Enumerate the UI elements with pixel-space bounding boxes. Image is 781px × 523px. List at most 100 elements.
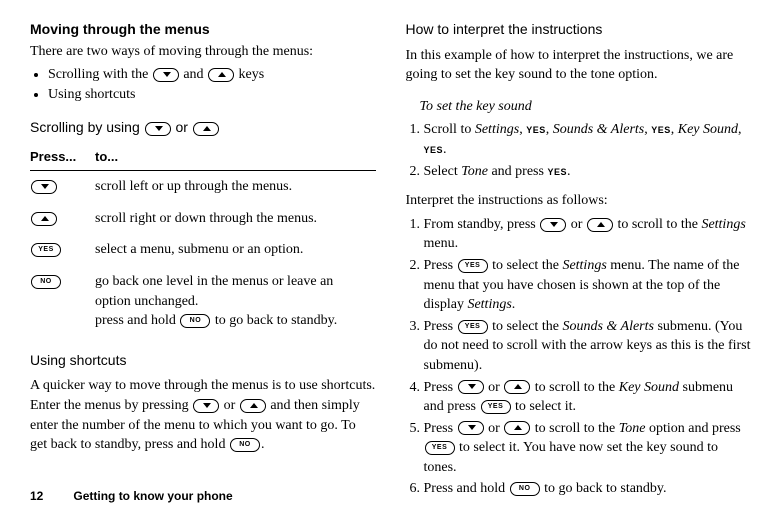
text: . bbox=[261, 437, 265, 452]
interpret-intro: In this example of how to interpret the … bbox=[406, 46, 752, 85]
subhead-scrolling: Scrolling by using or bbox=[30, 118, 376, 138]
text: and bbox=[180, 67, 207, 82]
text: . bbox=[443, 142, 447, 157]
shortcuts-body: A quicker way to move through the menus … bbox=[30, 376, 376, 454]
text: or bbox=[220, 398, 239, 413]
yes-key-icon: YES bbox=[458, 320, 488, 334]
text: Scroll to bbox=[424, 122, 475, 137]
yes-label: YES bbox=[526, 125, 546, 135]
text: , bbox=[546, 122, 553, 137]
page-number: 12 bbox=[30, 489, 43, 503]
text: . bbox=[567, 164, 571, 179]
bullet-scrolling: Scrolling with the and keys bbox=[48, 65, 376, 85]
yes-label: YES bbox=[547, 167, 567, 177]
list-item: Press or to scroll to the Key Sound subm… bbox=[424, 378, 752, 417]
text: Sounds & Alerts bbox=[562, 319, 654, 334]
up-key-icon bbox=[587, 218, 613, 232]
text: to scroll to the bbox=[614, 217, 702, 232]
text: Press bbox=[424, 380, 457, 395]
text: or bbox=[567, 217, 586, 232]
text: to select the bbox=[489, 319, 563, 334]
list-item: Press or to scroll to the Tone option an… bbox=[424, 419, 752, 478]
text: , bbox=[671, 122, 678, 137]
cell-desc: go back one level in the menus or leave … bbox=[95, 266, 376, 337]
text: Settings bbox=[701, 217, 745, 232]
text: or bbox=[172, 119, 192, 135]
up-key-icon bbox=[193, 122, 219, 136]
list-item: From standby, press or to scroll to the … bbox=[424, 215, 752, 254]
down-key-icon bbox=[31, 180, 57, 194]
text: Scrolling with the bbox=[48, 67, 152, 82]
th-to: to... bbox=[95, 144, 376, 171]
right-column: How to interpret the instructions In thi… bbox=[406, 20, 752, 505]
yes-key-icon: YES bbox=[481, 400, 511, 414]
text: From standby, press bbox=[424, 217, 540, 232]
text: , bbox=[738, 122, 742, 137]
text: to select the bbox=[489, 258, 563, 273]
text: Press and hold bbox=[424, 481, 509, 496]
yes-key-icon: YES bbox=[31, 243, 61, 257]
text: or bbox=[485, 380, 504, 395]
left-column: Moving through the menus There are two w… bbox=[30, 20, 376, 505]
text: Settings bbox=[467, 297, 511, 312]
down-key-icon bbox=[458, 421, 484, 435]
text: press and hold bbox=[95, 313, 179, 328]
table-row: scroll right or down through the menus. bbox=[30, 203, 376, 235]
subhead-shortcuts: Using shortcuts bbox=[30, 351, 376, 371]
yes-label: YES bbox=[424, 145, 444, 155]
yes-label: YES bbox=[651, 125, 671, 135]
text: menu. bbox=[424, 236, 459, 251]
up-key-icon bbox=[504, 421, 530, 435]
press-to-table: Press... to... scroll left or up through… bbox=[30, 144, 376, 337]
no-key-icon: NO bbox=[31, 275, 61, 289]
yes-key-icon: YES bbox=[458, 259, 488, 273]
text: and press bbox=[488, 164, 548, 179]
list-item: Scroll to Settings, YES, Sounds & Alerts… bbox=[424, 120, 752, 159]
text: option and press bbox=[645, 421, 740, 436]
text: Select bbox=[424, 164, 462, 179]
text: Press bbox=[424, 421, 457, 436]
text: keys bbox=[235, 67, 264, 82]
text: to scroll to the bbox=[531, 421, 619, 436]
text: Settings bbox=[475, 122, 519, 137]
list-item: Select Tone and press YES. bbox=[424, 162, 752, 182]
cell-desc: select a menu, submenu or an option. bbox=[95, 234, 376, 266]
heading-interpret: How to interpret the instructions bbox=[406, 20, 752, 40]
text: Tone bbox=[461, 164, 488, 179]
down-key-icon bbox=[193, 399, 219, 413]
list-item: Press and hold NO to go back to standby. bbox=[424, 479, 752, 499]
text: go back one level in the menus or leave … bbox=[95, 274, 333, 309]
cell-desc: scroll left or up through the menus. bbox=[95, 171, 376, 203]
text: Tone bbox=[619, 421, 646, 436]
text: to scroll to the bbox=[531, 380, 619, 395]
th-press: Press... bbox=[30, 144, 95, 171]
list-item: Press YES to select the Settings menu. T… bbox=[424, 256, 752, 315]
text: . bbox=[512, 297, 516, 312]
text: to select it. bbox=[512, 399, 577, 414]
down-key-icon bbox=[540, 218, 566, 232]
text: or bbox=[485, 421, 504, 436]
text: Key Sound bbox=[619, 380, 679, 395]
down-key-icon bbox=[458, 380, 484, 394]
text: to go back to standby. bbox=[541, 481, 667, 496]
chapter-title: Getting to know your phone bbox=[73, 489, 232, 503]
up-key-icon bbox=[208, 68, 234, 82]
table-row: YES select a menu, submenu or an option. bbox=[30, 234, 376, 266]
no-key-icon: NO bbox=[230, 438, 260, 452]
heading-moving: Moving through the menus bbox=[30, 20, 376, 40]
bullet-shortcuts: Using shortcuts bbox=[48, 85, 376, 105]
text: to select it. You have now set the key s… bbox=[424, 440, 718, 475]
up-key-icon bbox=[31, 212, 57, 226]
no-key-icon: NO bbox=[510, 482, 540, 496]
list-item: Press YES to select the Sounds & Alerts … bbox=[424, 317, 752, 376]
table-row: NO go back one level in the menus or lea… bbox=[30, 266, 376, 337]
table-row: scroll left or up through the menus. bbox=[30, 171, 376, 203]
down-key-icon bbox=[145, 122, 171, 136]
page-footer: 12 Getting to know your phone bbox=[30, 488, 233, 505]
text: Press bbox=[424, 319, 457, 334]
interpret-lead: Interpret the instructions as follows: bbox=[406, 191, 752, 211]
text: Key Sound bbox=[678, 122, 738, 137]
text: Press bbox=[424, 258, 457, 273]
yes-key-icon: YES bbox=[425, 441, 455, 455]
cell-desc: scroll right or down through the menus. bbox=[95, 203, 376, 235]
